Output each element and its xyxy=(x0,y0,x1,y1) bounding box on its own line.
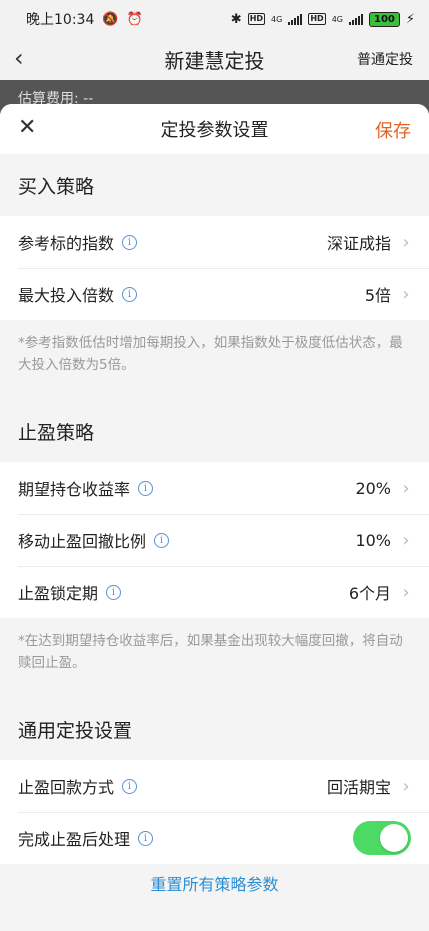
row-value: 5倍 xyxy=(364,286,391,305)
bluetooth-icon: ✱ xyxy=(230,11,242,27)
settings-sheet: ✕ 定投参数设置 保存 买入策略 参考标的指数 i 深证成指 › 最大投入倍数 … xyxy=(0,104,429,931)
row-lock-period[interactable]: 止盈锁定期 i 6个月 › xyxy=(0,566,429,618)
info-icon[interactable]: i xyxy=(122,286,138,302)
row-value: 回活期宝 xyxy=(326,778,391,797)
sheet-title: 定投参数设置 xyxy=(160,120,269,141)
info-icon[interactable]: i xyxy=(154,532,170,548)
info-icon[interactable]: i xyxy=(122,778,138,794)
normal-invest-link[interactable]: 普通定投 xyxy=(357,49,413,69)
info-icon[interactable]: i xyxy=(122,234,138,250)
row-max-multiple[interactable]: 最大投入倍数 i 5倍 › xyxy=(0,268,429,320)
screen: 晚上10:34 🔕 ⏰ ✱ HD 4G HD 4G 100 ⚡ ‹ 新建慧定投 … xyxy=(0,0,429,931)
row-payout-method[interactable]: 止盈回款方式 i 回活期宝 › xyxy=(0,760,429,812)
row-label: 止盈回款方式 xyxy=(18,778,115,797)
back-icon[interactable]: ‹ xyxy=(14,44,24,72)
buy-strategy-note: *参考指数低估时增加每期投入，如果指数处于极度低估状态，最大投入倍数为5倍。 xyxy=(18,335,403,373)
row-label: 期望持仓收益率 xyxy=(18,480,131,499)
signal-icon-1 xyxy=(288,13,303,25)
row-value: 深证成指 xyxy=(326,234,391,253)
chevron-right-icon: › xyxy=(402,283,410,305)
stop-note-block: *在达到期望持仓收益率后，如果基金出现较大幅度回撤，将自动赎回止盈。 xyxy=(0,618,429,698)
notification-muted-icon: 🔕 xyxy=(102,11,119,27)
charging-icon: ⚡ xyxy=(405,11,415,27)
row-label: 完成止盈后处理 xyxy=(18,830,131,849)
section-title-stop-profit: 止盈策略 xyxy=(18,421,95,444)
network-label-2: 4G xyxy=(331,14,343,24)
hd-badge-1: HD xyxy=(247,13,266,25)
row-value: 6个月 xyxy=(348,584,391,603)
chevron-right-icon: › xyxy=(402,529,410,551)
chevron-right-icon: › xyxy=(402,231,410,253)
row-value: 10% xyxy=(355,530,391,550)
stop-strategy-note: *在达到期望持仓收益率后，如果基金出现较大幅度回撤，将自动赎回止盈。 xyxy=(18,633,403,671)
info-icon[interactable]: i xyxy=(106,584,122,600)
save-button[interactable]: 保存 xyxy=(375,117,411,143)
row-expected-return[interactable]: 期望持仓收益率 i 20% › xyxy=(0,462,429,514)
chevron-right-icon: › xyxy=(402,477,410,499)
close-icon[interactable]: ✕ xyxy=(18,115,36,140)
network-label-1: 4G xyxy=(271,14,283,24)
app-navbar: ‹ 新建慧定投 普通定投 xyxy=(0,38,429,80)
row-trailing-drawdown[interactable]: 移动止盈回撤比例 i 10% › xyxy=(0,514,429,566)
reset-all-params-button[interactable]: 重置所有策略参数 xyxy=(0,871,429,895)
row-label: 止盈锁定期 xyxy=(18,584,99,603)
battery-icon: 100 xyxy=(368,11,400,27)
row-value: 20% xyxy=(355,478,391,498)
buy-note-block: *参考指数低估时增加每期投入，如果指数处于极度低估状态，最大投入倍数为5倍。 xyxy=(0,320,429,400)
row-reference-index[interactable]: 参考标的指数 i 深证成指 › xyxy=(0,216,429,268)
alarm-icon: ⏰ xyxy=(126,11,143,27)
row-post-stop-handling: 完成止盈后处理 i xyxy=(0,812,429,864)
status-bar: 晚上10:34 🔕 ⏰ ✱ HD 4G HD 4G 100 ⚡ xyxy=(0,0,429,38)
row-label: 最大投入倍数 xyxy=(18,286,115,305)
info-icon[interactable]: i xyxy=(138,480,154,496)
info-icon[interactable]: i xyxy=(138,830,154,846)
section-title-general: 通用定投设置 xyxy=(18,719,133,742)
chevron-right-icon: › xyxy=(402,581,410,603)
status-time: 晚上10:34 xyxy=(26,12,95,28)
row-label: 移动止盈回撤比例 xyxy=(18,532,147,551)
row-label: 参考标的指数 xyxy=(18,234,115,253)
signal-icon-2 xyxy=(348,13,363,25)
sheet-header: ✕ 定投参数设置 保存 xyxy=(0,104,429,154)
section-title-buy: 买入策略 xyxy=(18,175,95,198)
post-stop-toggle[interactable] xyxy=(353,821,411,855)
chevron-right-icon: › xyxy=(402,775,410,797)
hd-badge-2: HD xyxy=(308,13,326,25)
